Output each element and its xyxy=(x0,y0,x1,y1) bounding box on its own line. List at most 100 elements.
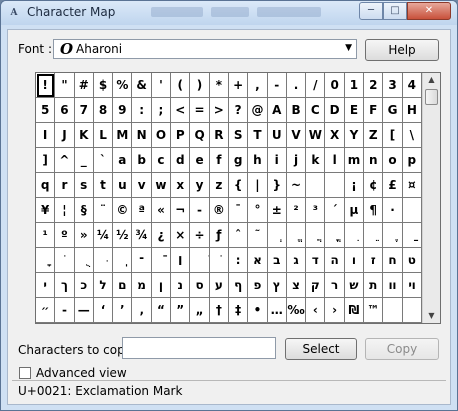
character-cell[interactable]: 2 xyxy=(364,73,384,98)
character-cell[interactable]: D xyxy=(325,98,345,123)
character-cell[interactable]: ‘ xyxy=(93,298,114,323)
character-cell[interactable]: n xyxy=(364,148,384,173)
character-cell[interactable]: # xyxy=(74,73,94,98)
character-cell[interactable]: ₪ xyxy=(344,298,365,323)
character-cell[interactable]: כ xyxy=(74,273,94,298)
character-cell[interactable]: ב xyxy=(267,248,287,273)
character-cell[interactable]: i xyxy=(267,148,287,173)
character-cell[interactable]: v xyxy=(132,173,152,198)
character-cell[interactable]: ~ xyxy=(286,173,307,198)
character-cell[interactable]: ? xyxy=(228,98,249,123)
character-cell[interactable]: 5 xyxy=(36,98,56,123)
character-cell[interactable]: , xyxy=(248,73,268,98)
character-cell[interactable]: & xyxy=(132,73,152,98)
character-cell[interactable]: \ xyxy=(402,123,422,148)
character-cell[interactable]: · xyxy=(383,198,403,223)
character-cell[interactable]: - xyxy=(55,298,75,323)
character-cell[interactable]: ִ xyxy=(344,223,365,248)
character-cell[interactable]: V xyxy=(286,123,307,148)
character-cell[interactable]: s xyxy=(74,173,94,198)
character-cell[interactable]: « xyxy=(151,198,172,223)
character-cell[interactable]: י xyxy=(36,273,56,298)
character-cell[interactable]: _ xyxy=(74,148,94,173)
character-cell[interactable]: ׀ xyxy=(171,248,191,273)
character-cell[interactable]: ָ xyxy=(36,248,56,273)
character-cell[interactable]: ג xyxy=(286,248,307,273)
character-cell[interactable]: ‰ xyxy=(286,298,307,323)
title-bar[interactable]: A Character Map ─ □ ✕ xyxy=(1,1,457,25)
character-cell[interactable]: ױ xyxy=(402,273,422,298)
character-cell[interactable]: • xyxy=(248,298,268,323)
character-cell[interactable]: W xyxy=(306,123,326,148)
character-cell[interactable]: ª xyxy=(132,198,152,223)
character-cell[interactable]: › xyxy=(325,298,345,323)
character-cell[interactable]: b xyxy=(132,148,152,173)
character-cell[interactable]: " xyxy=(55,73,75,98)
character-cell[interactable]: ת xyxy=(364,273,384,298)
character-cell[interactable]: 7 xyxy=(74,98,94,123)
character-cell[interactable] xyxy=(325,173,345,198)
character-cell[interactable]: ) xyxy=(190,73,210,98)
character-cell[interactable]: ד xyxy=(306,248,326,273)
scroll-down-icon[interactable]: ▼ xyxy=(423,309,440,323)
close-button[interactable]: ✕ xyxy=(407,2,451,20)
character-cell[interactable]: ע xyxy=(209,273,229,298)
character-cell[interactable]: 9 xyxy=(113,98,133,123)
character-cell[interactable]: g xyxy=(228,148,249,173)
character-cell[interactable]: ’ xyxy=(113,298,133,323)
character-cell[interactable]: ¬ xyxy=(171,198,191,223)
character-cell[interactable]: @ xyxy=(248,98,268,123)
character-cell[interactable]: l xyxy=(325,148,345,173)
character-cell[interactable]: p xyxy=(402,148,422,173)
character-cell[interactable]: ל xyxy=(93,273,114,298)
character-cell[interactable]: ; xyxy=(151,98,172,123)
character-cell[interactable]: q xyxy=(36,173,56,198)
character-cell[interactable]: ז xyxy=(364,248,384,273)
character-cell[interactable]: f xyxy=(209,148,229,173)
character-cell[interactable]: - xyxy=(190,198,210,223)
character-cell[interactable]: t xyxy=(93,173,114,198)
character-cell[interactable]: ּ xyxy=(93,248,114,273)
character-cell[interactable]: ˆ xyxy=(228,223,249,248)
grid-scrollbar[interactable]: ▲ ▼ xyxy=(422,73,440,323)
character-cell[interactable]: I xyxy=(36,123,56,148)
character-cell[interactable]: ־ xyxy=(132,248,152,273)
character-cell[interactable]: ֿ xyxy=(151,248,172,273)
character-cell[interactable]: ¤ xyxy=(402,173,422,198)
character-cell[interactable]: Q xyxy=(190,123,210,148)
character-cell[interactable]: ֻ xyxy=(74,248,94,273)
character-cell[interactable]: ‹ xyxy=(306,298,326,323)
character-cell[interactable]: E xyxy=(344,98,365,123)
character-cell[interactable]: K xyxy=(74,123,94,148)
character-cell[interactable]: Y xyxy=(344,123,365,148)
character-cell[interactable]: µ xyxy=(344,198,365,223)
character-cell[interactable]: „ xyxy=(190,298,210,323)
character-cell[interactable]: y xyxy=(190,173,210,198)
help-button[interactable]: Help xyxy=(365,39,439,61)
chevron-down-icon[interactable]: ▼ xyxy=(345,43,352,53)
character-cell[interactable]: $ xyxy=(93,73,114,98)
character-cell[interactable]: + xyxy=(228,73,249,98)
character-cell[interactable]: ך xyxy=(55,273,75,298)
scroll-thumb[interactable] xyxy=(425,89,438,105)
character-cell[interactable]: w xyxy=(151,173,172,198)
advanced-view-label[interactable]: Advanced view xyxy=(36,366,127,380)
minimize-button[interactable]: ─ xyxy=(359,2,383,20)
character-cell[interactable]: B xyxy=(286,98,307,123)
character-cell[interactable]: F xyxy=(364,98,384,123)
character-cell[interactable]: : xyxy=(132,98,152,123)
character-cell[interactable]: ` xyxy=(93,148,114,173)
character-cell[interactable]: ½ xyxy=(113,223,133,248)
character-cell[interactable]: ' xyxy=(151,73,172,98)
character-cell[interactable]: ט xyxy=(402,248,422,273)
character-cell[interactable]: X xyxy=(325,123,345,148)
character-cell[interactable]: ן xyxy=(151,273,172,298)
character-cell[interactable]: “ xyxy=(151,298,172,323)
character-cell[interactable]: ƒ xyxy=(209,223,229,248)
character-cell[interactable]: ֲ xyxy=(306,223,326,248)
character-cell[interactable]: r xyxy=(55,173,75,198)
character-cell[interactable]: R xyxy=(209,123,229,148)
character-cell[interactable]: ח xyxy=(383,248,403,273)
character-cell[interactable]: ¨ xyxy=(93,198,114,223)
character-cell[interactable]: צ xyxy=(286,273,307,298)
